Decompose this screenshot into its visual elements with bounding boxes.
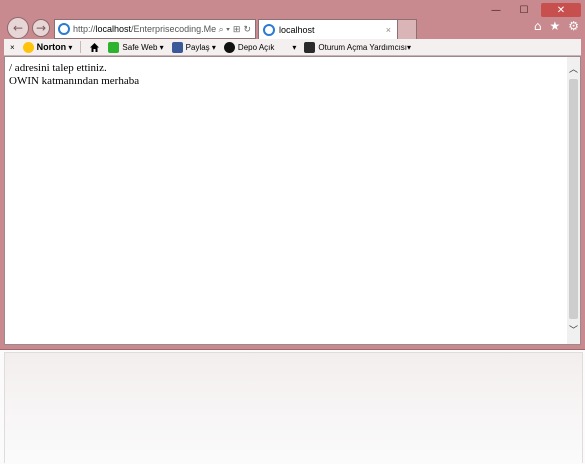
norton-check-icon [22, 41, 34, 53]
home-icon[interactable]: ⌂ [534, 19, 542, 33]
norton-button[interactable]: Norton ▾ [22, 41, 72, 53]
browser-window: — ☐ ✕ ← → http://localhost/Enterprisecod… [0, 0, 585, 350]
facebook-icon [171, 41, 183, 53]
new-tab-button[interactable] [397, 19, 417, 40]
search-dropdown-icon[interactable]: ⌕ ▾ [219, 24, 230, 35]
settings-gear-icon[interactable]: ⚙ [568, 19, 579, 33]
address-url[interactable]: http://localhost/Enterprisecoding.Me [73, 24, 219, 34]
norton-toolbar: × Norton ▾ Safe Web ▾ Paylaş ▾ Depo Açık… [4, 39, 581, 56]
vault-button[interactable]: Depo Açık [223, 41, 274, 53]
home-icon [90, 42, 100, 52]
vertical-scrollbar[interactable]: ︿ ﹀ [567, 56, 581, 345]
back-button[interactable]: ← [7, 17, 29, 39]
login-assistant-button[interactable]: Oturum Açma Yardımcısı ▾ [304, 41, 411, 53]
compatibility-view-icon[interactable]: ⊞ [233, 24, 241, 35]
toolbar-divider [80, 41, 82, 53]
scroll-thumb[interactable] [569, 79, 578, 319]
scroll-down-icon[interactable]: ﹀ [567, 322, 580, 336]
content-line-2: OWIN katmanından merhaba [9, 75, 140, 87]
tab-title: localhost [279, 25, 315, 35]
minimize-button[interactable]: — [485, 3, 507, 17]
window-controls: — ☐ ✕ [485, 3, 581, 17]
close-tab-icon[interactable]: × [386, 25, 397, 35]
content-line-1: / adresini talep ettiniz. [9, 62, 107, 74]
maximize-button[interactable]: ☐ [513, 3, 535, 17]
share-button[interactable]: Paylaş ▾ [171, 41, 216, 53]
safe-web-button[interactable]: Safe Web ▾ [108, 41, 164, 53]
scroll-up-icon[interactable]: ︿ [567, 61, 580, 75]
navigation-bar: ← → http://localhost/Enterprisecoding.Me… [0, 16, 585, 40]
ie-tab-icon [263, 24, 275, 36]
browser-right-icons: ⌂ ★ ⚙ [534, 19, 579, 33]
vault-dropdown[interactable]: ▾ [292, 43, 296, 52]
back-arrow-icon: ← [12, 21, 24, 35]
tab-localhost[interactable]: localhost × [258, 19, 398, 40]
close-window-button[interactable]: ✕ [541, 3, 581, 17]
ie-page-icon [58, 23, 70, 35]
window-reflection [4, 352, 583, 463]
vault-icon [223, 41, 235, 53]
page-content: / adresini talep ettiniz. OWIN katmanınd… [4, 56, 569, 345]
toolbar-close-icon[interactable]: × [10, 43, 15, 52]
forward-button[interactable]: → [32, 19, 50, 37]
address-bar[interactable]: http://localhost/Enterprisecoding.Me ⌕ ▾… [54, 19, 256, 39]
home-toolbar-button[interactable] [89, 42, 100, 53]
favorites-star-icon[interactable]: ★ [549, 19, 560, 33]
safe-web-ok-icon [108, 41, 120, 53]
refresh-icon[interactable]: ↻ [243, 24, 251, 35]
forward-arrow-icon: → [35, 21, 47, 35]
login-assistant-icon [304, 41, 316, 53]
